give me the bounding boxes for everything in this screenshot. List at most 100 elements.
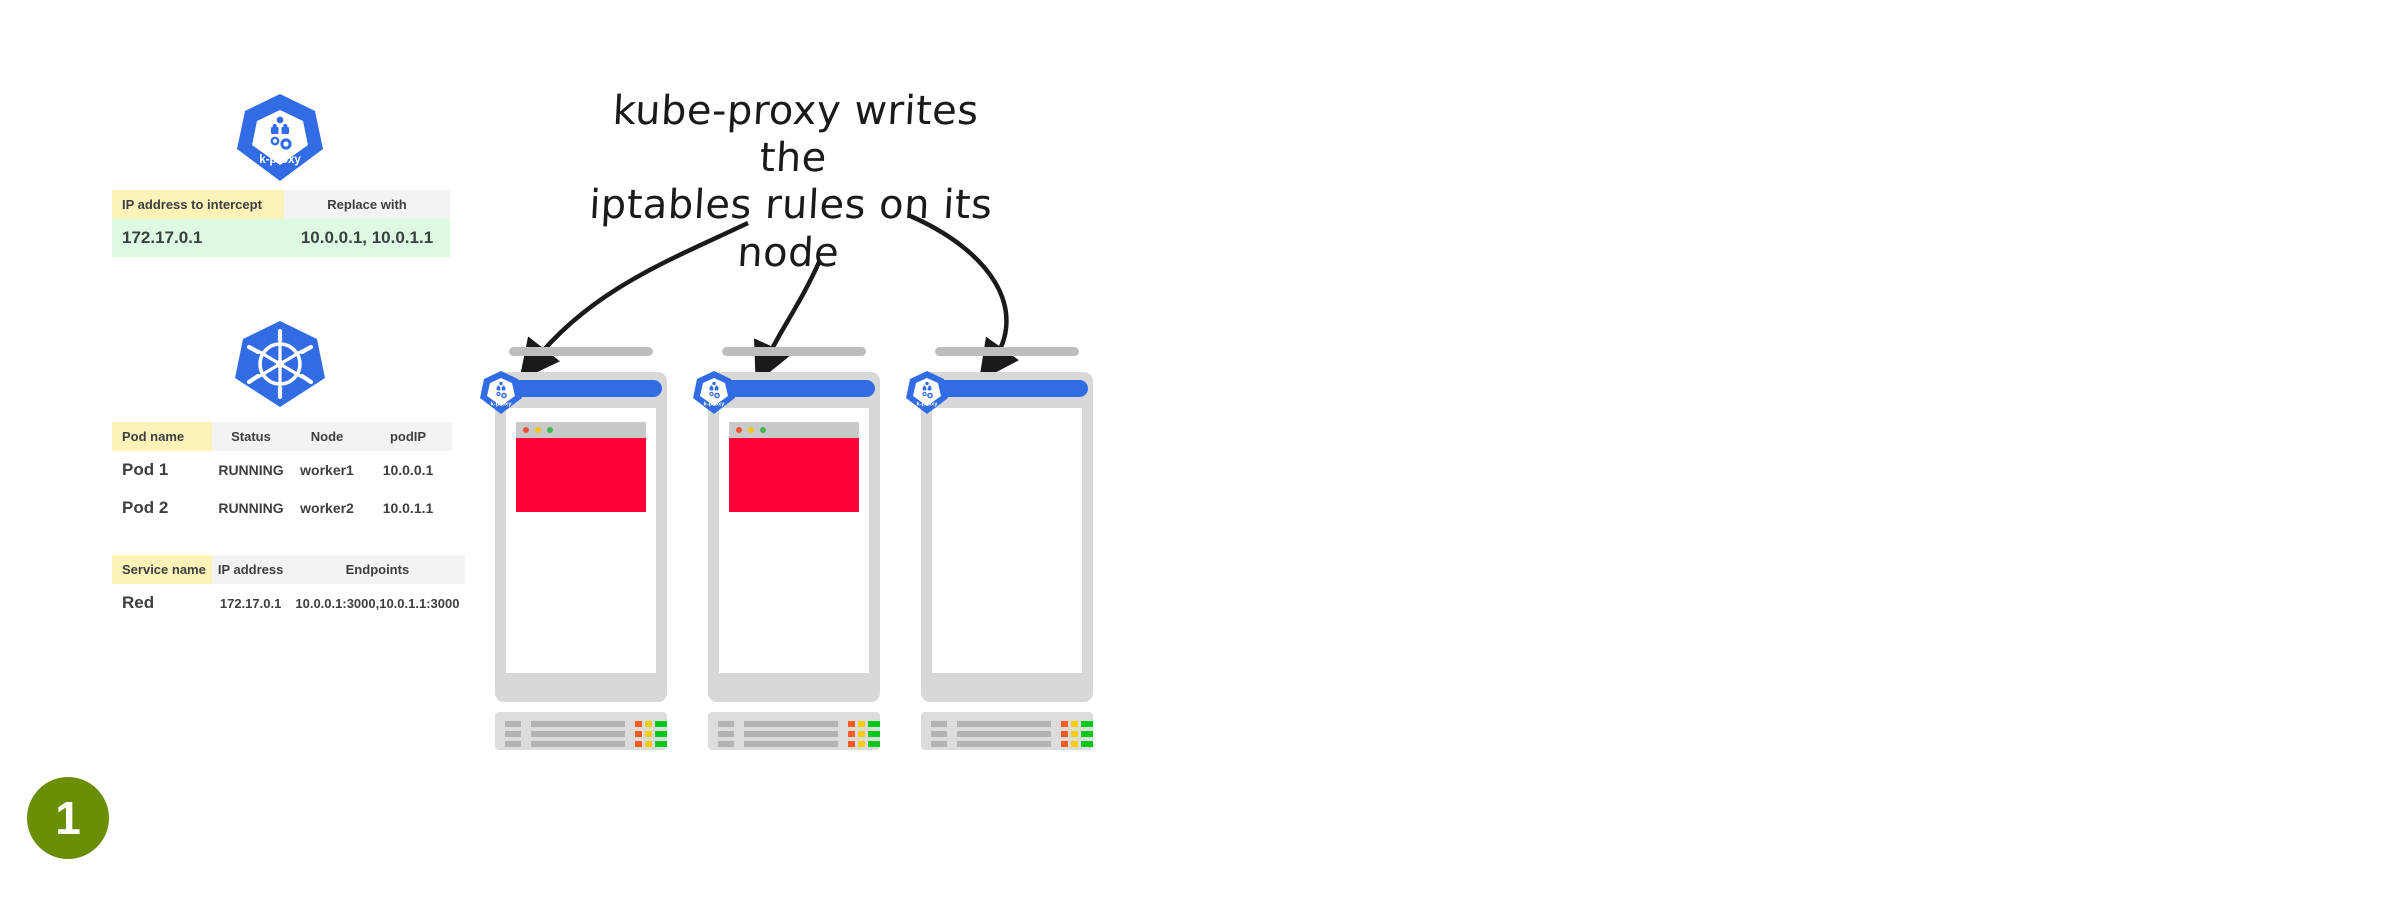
cell-pod-name: Pod 2 bbox=[122, 498, 169, 517]
panel-step-2: k-proxy IP address to intercept Replace … bbox=[1270, 0, 2400, 900]
diagram-canvas: k-proxy IP address to intercept Replace … bbox=[0, 0, 2400, 900]
col-header-replace-with: Replace with bbox=[284, 190, 450, 219]
rack-led-green bbox=[1081, 741, 1093, 747]
node-base-strip bbox=[509, 347, 653, 356]
browser-titlebar bbox=[729, 422, 859, 438]
browser-window[interactable] bbox=[516, 422, 646, 512]
kubernetes-logo-panel1 bbox=[232, 318, 328, 410]
kube-proxy-badge-icon: k-proxy bbox=[692, 369, 736, 417]
cell-podip: 10.0.0.1 bbox=[382, 462, 434, 478]
cell-endpoints: 10.0.0.1:3000,10.0.1.1:3000 bbox=[295, 595, 460, 611]
rack-led-green bbox=[868, 721, 880, 727]
col-header-pod-name: Pod name bbox=[112, 422, 212, 451]
rack-led-orange bbox=[635, 741, 642, 747]
rack-led-orange bbox=[848, 741, 855, 747]
rack-block bbox=[931, 731, 947, 737]
pod-table-panel1: Pod name Status Node podIP Pod 1 RUNNING… bbox=[112, 422, 452, 527]
col-header-node: Node bbox=[290, 422, 364, 451]
rack-bar bbox=[744, 741, 838, 747]
rack-led-green bbox=[868, 731, 880, 737]
window-maximize-dot[interactable] bbox=[760, 427, 766, 433]
rack-bar bbox=[744, 731, 838, 737]
table-row: Pod 2 RUNNING worker2 10.0.1.1 bbox=[112, 489, 452, 527]
window-minimize-dot[interactable] bbox=[535, 427, 541, 433]
node-base-strip bbox=[722, 347, 866, 356]
svg-text:k-proxy: k-proxy bbox=[491, 402, 513, 408]
rack-block bbox=[718, 731, 734, 737]
cell-service-name: Red bbox=[122, 593, 155, 612]
rack-led-green bbox=[1081, 731, 1093, 737]
node-screen-empty bbox=[932, 408, 1082, 673]
window-minimize-dot[interactable] bbox=[748, 427, 754, 433]
rack-bar bbox=[531, 731, 625, 737]
col-header-endpoints: Endpoints bbox=[289, 555, 466, 584]
window-close-dot[interactable] bbox=[736, 427, 742, 433]
cell-node: worker1 bbox=[300, 462, 354, 478]
rack-led-orange bbox=[1061, 731, 1068, 737]
annotation-line-3: node bbox=[736, 229, 841, 276]
kube-proxy-badge-icon: k-proxy bbox=[479, 369, 523, 417]
iptables-table-panel1: IP address to intercept Replace with 172… bbox=[112, 190, 450, 257]
rack-block bbox=[718, 721, 734, 727]
rack-block bbox=[505, 741, 521, 747]
table-header-row: Service name IP address Endpoints bbox=[112, 555, 466, 584]
cell-status: RUNNING bbox=[218, 500, 284, 516]
rack-led-yellow bbox=[858, 721, 865, 727]
rack-bar bbox=[957, 731, 1051, 737]
browser-window[interactable] bbox=[729, 422, 859, 512]
col-header-service-name: Service name bbox=[112, 555, 212, 584]
server-rack-2-panel1 bbox=[708, 712, 880, 750]
cell-status: RUNNING bbox=[218, 462, 284, 478]
rack-block bbox=[505, 731, 521, 737]
window-close-dot[interactable] bbox=[523, 427, 529, 433]
rack-led-yellow bbox=[858, 731, 865, 737]
browser-content-red-app bbox=[516, 438, 646, 512]
rack-led-orange bbox=[1061, 721, 1068, 727]
rack-bar bbox=[531, 741, 625, 747]
rack-led-orange bbox=[635, 721, 642, 727]
table-row: 172.17.0.1 10.0.0.1, 10.0.1.1 bbox=[112, 219, 450, 257]
rack-led-yellow bbox=[1071, 721, 1078, 727]
kube-proxy-logo-panel1: k-proxy bbox=[235, 90, 325, 185]
rack-block bbox=[505, 721, 521, 727]
table-header-row: Pod name Status Node podIP bbox=[112, 422, 452, 451]
rack-led-orange bbox=[635, 731, 642, 737]
step-number: 1 bbox=[55, 792, 81, 844]
server-rack-3-panel1 bbox=[921, 712, 1093, 750]
rack-led-yellow bbox=[1071, 741, 1078, 747]
rack-led-yellow bbox=[645, 731, 652, 737]
cell-intercept-ip: 172.17.0.1 bbox=[112, 219, 284, 257]
annotation-kube-proxy-writes: kube-proxy writes the iptables rules on … bbox=[567, 88, 1017, 277]
rack-led-green bbox=[1081, 721, 1093, 727]
panel-step-1: k-proxy IP address to intercept Replace … bbox=[0, 0, 1270, 900]
rack-led-yellow bbox=[1071, 731, 1078, 737]
node-top-bar bbox=[504, 380, 662, 397]
cell-node: worker2 bbox=[300, 500, 354, 516]
rack-led-orange bbox=[1061, 741, 1068, 747]
server-rack-1-panel1 bbox=[495, 712, 667, 750]
kube-proxy-logo-text-panel1: k-proxy bbox=[259, 154, 301, 166]
node-top-bar bbox=[717, 380, 875, 397]
rack-bar bbox=[957, 721, 1051, 727]
rack-led-green bbox=[868, 741, 880, 747]
window-maximize-dot[interactable] bbox=[547, 427, 553, 433]
rack-led-yellow bbox=[858, 741, 865, 747]
rack-block bbox=[718, 741, 734, 747]
cell-podip: 10.0.1.1 bbox=[382, 500, 434, 516]
table-row: Pod 1 RUNNING worker1 10.0.0.1 bbox=[112, 451, 452, 489]
svg-text:k-proxy: k-proxy bbox=[917, 402, 939, 408]
browser-titlebar bbox=[516, 422, 646, 438]
cell-service-ip: 172.17.0.1 bbox=[219, 595, 282, 611]
browser-content-red-app bbox=[729, 438, 859, 512]
rack-led-yellow bbox=[645, 721, 652, 727]
node-base-strip bbox=[935, 347, 1079, 356]
rack-bar bbox=[531, 721, 625, 727]
kube-proxy-badge-icon: k-proxy bbox=[905, 369, 949, 417]
rack-led-orange bbox=[848, 721, 855, 727]
step-badge-1: 1 bbox=[27, 777, 109, 859]
node-screen bbox=[719, 408, 869, 673]
rack-led-green bbox=[655, 721, 667, 727]
cell-pod-name: Pod 1 bbox=[122, 460, 169, 479]
table-header-row: IP address to intercept Replace with bbox=[112, 190, 450, 219]
rack-led-green bbox=[655, 731, 667, 737]
